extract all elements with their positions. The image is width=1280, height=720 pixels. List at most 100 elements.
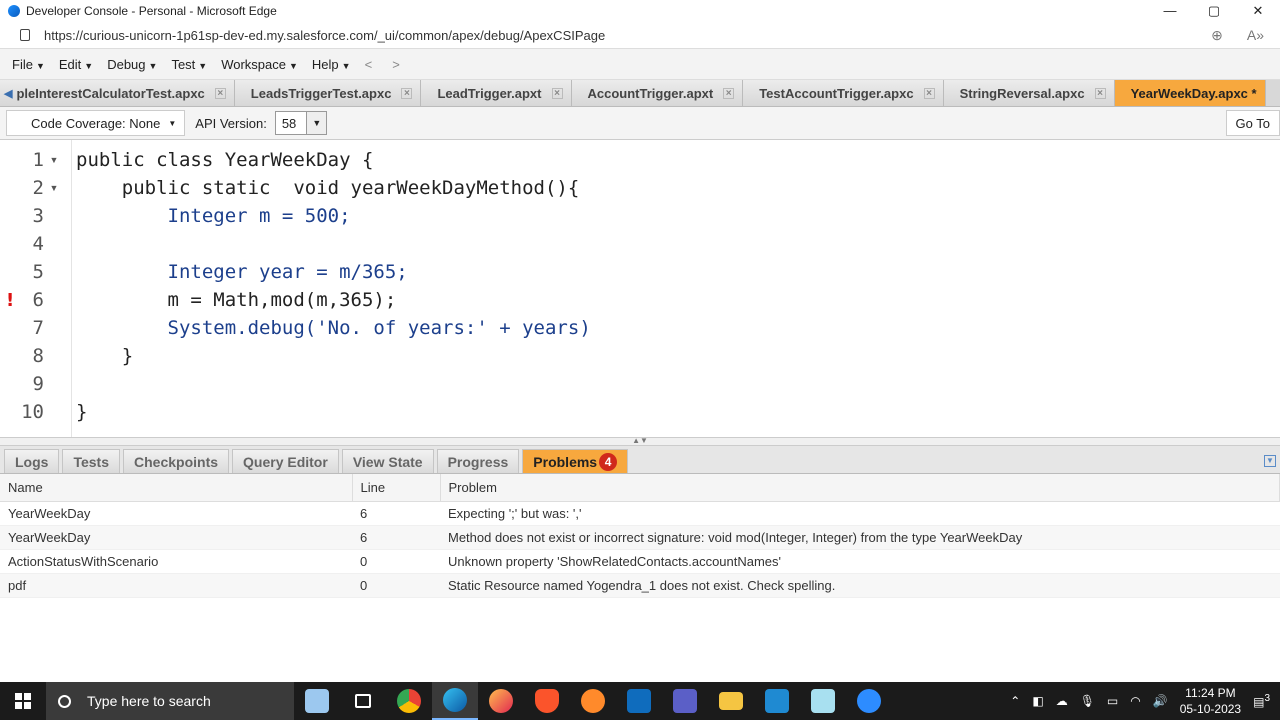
tab-checkpoints[interactable]: Checkpoints (123, 449, 230, 473)
cloud-icon[interactable]: ☁ (1056, 694, 1068, 708)
task-view-icon[interactable] (340, 682, 386, 720)
menu-edit[interactable]: Edit ▼ (59, 57, 93, 72)
file-tab[interactable]: ◀ pleInterestCalculatorTest.apxc × (0, 80, 235, 106)
file-tab[interactable]: AccountTrigger.apxt × (571, 80, 744, 106)
read-aloud-icon[interactable]: A» (1247, 27, 1264, 44)
windows-logo-icon (15, 693, 31, 709)
nav-back-button[interactable]: < (365, 57, 373, 72)
code-line[interactable]: } (76, 398, 591, 426)
url-text[interactable]: https://curious-unicorn-1p61sp-dev-ed.my… (44, 28, 605, 43)
edge-icon[interactable] (432, 682, 478, 720)
api-version-select[interactable]: 58 ▼ (274, 111, 328, 135)
close-tab-icon[interactable]: × (551, 87, 563, 99)
scroll-left-icon[interactable]: ◀ (4, 87, 12, 100)
tab-view-state[interactable]: View State (341, 449, 434, 473)
menu-test[interactable]: Test ▼ (171, 57, 207, 72)
line-gutter: 1 ▼ 2 ▼ 3 4 5 ! 6 7 8 9 10 (0, 140, 72, 437)
sublime-icon[interactable] (570, 682, 616, 720)
fold-arrow-icon[interactable]: ▼ (44, 183, 64, 193)
close-window-button[interactable]: ✕ (1236, 3, 1280, 19)
column-header-name[interactable]: Name (0, 474, 353, 502)
battery-icon[interactable]: ▭ (1107, 694, 1118, 708)
caret-down-icon: ▼ (35, 60, 45, 71)
outlook-icon[interactable] (616, 682, 662, 720)
file-tab-active[interactable]: YearWeekDay.apxc * (1114, 80, 1266, 106)
menu-debug[interactable]: Debug ▼ (107, 57, 157, 72)
code-editor[interactable]: 1 ▼ 2 ▼ 3 4 5 ! 6 7 8 9 10 public class Yea… (0, 140, 1280, 438)
network-icon[interactable]: ◧ (1032, 694, 1043, 708)
menu-workspace[interactable]: Workspace ▼ (221, 57, 298, 72)
tab-logs[interactable]: Logs (4, 449, 60, 473)
minimize-button[interactable]: — (1148, 3, 1192, 19)
go-to-button[interactable]: Go To (1225, 110, 1280, 136)
close-tab-icon[interactable]: × (923, 87, 935, 99)
file-tab[interactable]: TestAccountTrigger.apxc × (743, 80, 944, 106)
maximize-button[interactable]: ▢ (1192, 3, 1236, 19)
chrome-icon[interactable] (386, 682, 432, 720)
code-line[interactable]: public static void yearWeekDayMethod(){ (76, 174, 591, 202)
tab-problems[interactable]: Problems 4 (522, 449, 629, 473)
code-coverage-select[interactable]: Code Coverage: None ▼ (6, 110, 186, 136)
code-line[interactable]: Integer year = m/365; (76, 258, 591, 286)
windows-taskbar: Type here to search ⌃ ◧ ☁ 🎙 ▭ ◠ 🔊 11:24 … (0, 682, 1280, 720)
chevron-down-icon[interactable]: ▼ (306, 112, 327, 134)
code-line[interactable]: public class YearWeekDay { (76, 146, 591, 174)
code-line[interactable]: } (76, 342, 591, 370)
table-row[interactable]: ActionStatusWithScenario 0 Unknown prope… (0, 549, 1280, 574)
file-tab-bar: ◀ pleInterestCalculatorTest.apxc × LeadsT… (0, 80, 1280, 107)
address-bar[interactable]: https://curious-unicorn-1p61sp-dev-ed.my… (0, 22, 1280, 49)
wifi-icon[interactable]: ◠ (1130, 694, 1140, 708)
nav-forward-button[interactable]: > (392, 57, 400, 72)
code-line[interactable] (76, 370, 591, 398)
tab-progress[interactable]: Progress (436, 449, 520, 473)
close-tab-icon[interactable]: × (214, 87, 226, 99)
close-tab-icon[interactable]: × (401, 87, 413, 99)
column-header-problem[interactable]: Problem (440, 474, 1280, 502)
file-tab[interactable]: LeadsTriggerTest.apxc × (234, 80, 422, 106)
paint-icon[interactable] (294, 682, 340, 720)
file-tab[interactable]: StringReversal.apxc × (943, 80, 1115, 106)
code-line[interactable]: Integer m = 500; (76, 202, 591, 230)
collapse-panel-icon[interactable]: ▼ (1264, 455, 1276, 467)
caret-down-icon: ▼ (341, 60, 351, 71)
chevron-up-icon[interactable]: ⌃ (1010, 694, 1020, 708)
microphone-icon[interactable]: 🎙 (1080, 694, 1095, 708)
zoom-icon[interactable]: ⊕ (1211, 27, 1223, 44)
taskbar-search[interactable]: Type here to search (46, 682, 294, 720)
teams-icon[interactable] (662, 682, 708, 720)
tab-tests[interactable]: Tests (62, 449, 120, 473)
table-row[interactable]: pdf 0 Static Resource named Yogendra_1 d… (0, 573, 1280, 598)
table-row[interactable]: YearWeekDay 6 Method does not exist or i… (0, 525, 1280, 550)
fold-arrow-icon[interactable]: ▼ (44, 155, 64, 165)
volume-icon[interactable]: 🔊 (1153, 694, 1168, 708)
caret-down-icon: ▼ (148, 60, 158, 71)
firefox-icon[interactable] (478, 682, 524, 720)
zoom-icon[interactable] (846, 682, 892, 720)
close-tab-icon[interactable]: × (723, 87, 735, 99)
notepad-icon[interactable] (800, 682, 846, 720)
code-area[interactable]: public class YearWeekDay { public static… (72, 140, 591, 437)
close-tab-icon[interactable]: × (1094, 87, 1106, 99)
line-number: 2 (32, 177, 44, 199)
search-icon (58, 694, 71, 708)
vscode-icon[interactable] (754, 682, 800, 720)
column-header-line[interactable]: Line (352, 474, 441, 502)
drag-handle-icon[interactable]: ▲▼ (632, 437, 648, 445)
lock-icon[interactable] (20, 29, 30, 41)
line-number: 8 (32, 345, 44, 367)
code-line[interactable] (76, 230, 591, 258)
tab-query-editor[interactable]: Query Editor (232, 449, 339, 473)
menu-file[interactable]: File ▼ (12, 57, 45, 72)
file-explorer-icon[interactable] (708, 682, 754, 720)
error-marker-icon[interactable]: ! (0, 290, 14, 311)
menu-help[interactable]: Help ▼ (312, 57, 351, 72)
code-line[interactable]: System.debug('No. of years:' + years) (76, 314, 591, 342)
start-button[interactable] (0, 682, 46, 720)
table-row[interactable]: YearWeekDay 6 Expecting ';' but was: ',' (0, 501, 1280, 526)
panel-splitter[interactable]: ▲▼ (0, 437, 1280, 446)
file-tab[interactable]: LeadTrigger.apxt × (421, 80, 572, 106)
clock[interactable]: 11:24 PM 05-10-2023 (1180, 685, 1241, 717)
brave-icon[interactable] (524, 682, 570, 720)
notification-icon[interactable]: ▤3 (1253, 693, 1270, 709)
code-line[interactable]: m = Math,mod(m,365); (76, 286, 591, 314)
